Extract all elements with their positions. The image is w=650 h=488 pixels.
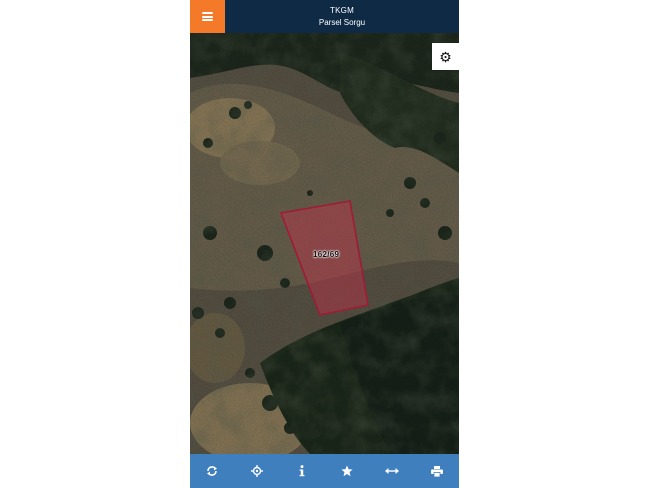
satellite-map[interactable] (190, 33, 459, 454)
menu-button[interactable] (190, 0, 225, 33)
app-screen: TKGM Parsel Sorgu ⚙ 162/69 (190, 0, 459, 488)
refresh-icon (207, 466, 218, 476)
info-icon (299, 465, 305, 477)
gear-icon: ⚙ (439, 48, 452, 65)
measure-icon (384, 468, 399, 474)
parcel-label: 162/69 (313, 250, 340, 259)
star-icon (341, 465, 353, 477)
info-button[interactable] (287, 456, 317, 486)
locate-icon (251, 465, 264, 477)
title-block: TKGM Parsel Sorgu (225, 0, 459, 33)
measure-button[interactable] (377, 456, 407, 486)
favorite-button[interactable] (332, 456, 362, 486)
print-button[interactable] (422, 456, 452, 486)
app-subtitle: Parsel Sorgu (318, 17, 366, 27)
hamburger-icon (202, 12, 213, 21)
app-title: TKGM (330, 5, 354, 15)
map-imagery (190, 33, 459, 454)
bottom-toolbar (190, 454, 459, 488)
locate-button[interactable] (242, 456, 272, 486)
top-bar: TKGM Parsel Sorgu (190, 0, 459, 33)
refresh-button[interactable] (197, 456, 227, 486)
settings-button[interactable]: ⚙ (432, 43, 459, 70)
print-icon (430, 465, 443, 477)
